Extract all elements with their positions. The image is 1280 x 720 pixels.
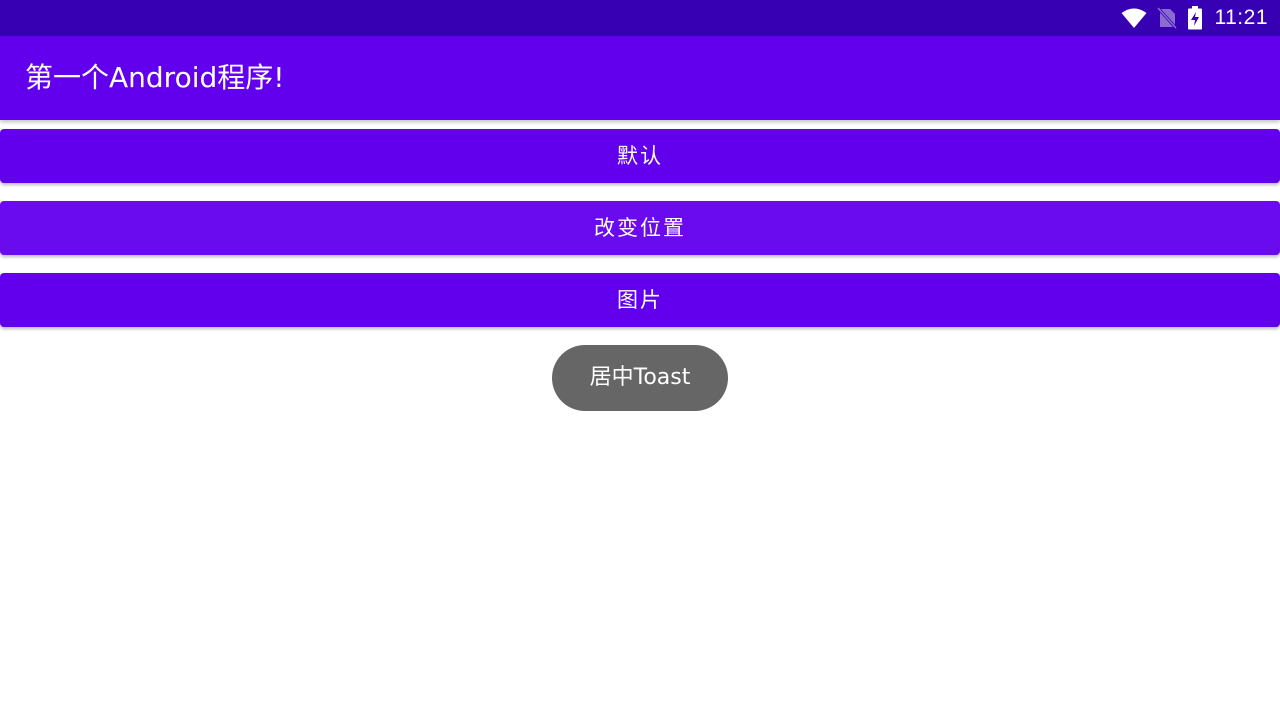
status-bar: 11:21 [0, 0, 1280, 36]
toast-message: 居中Toast [552, 345, 728, 411]
status-icons: 11:21 [1121, 0, 1269, 36]
app-bar: 第一个Android程序! [0, 36, 1280, 120]
battery-charging-icon [1187, 6, 1203, 30]
status-clock: 11:21 [1214, 6, 1268, 29]
app-title: 第一个Android程序! [25, 61, 285, 94]
wifi-icon [1121, 7, 1147, 29]
change-position-toast-button[interactable]: 改变位置 [0, 201, 1280, 255]
default-toast-button[interactable]: 默认 [0, 129, 1280, 183]
no-sim-icon [1156, 7, 1177, 29]
image-toast-button[interactable]: 图片 [0, 273, 1280, 327]
